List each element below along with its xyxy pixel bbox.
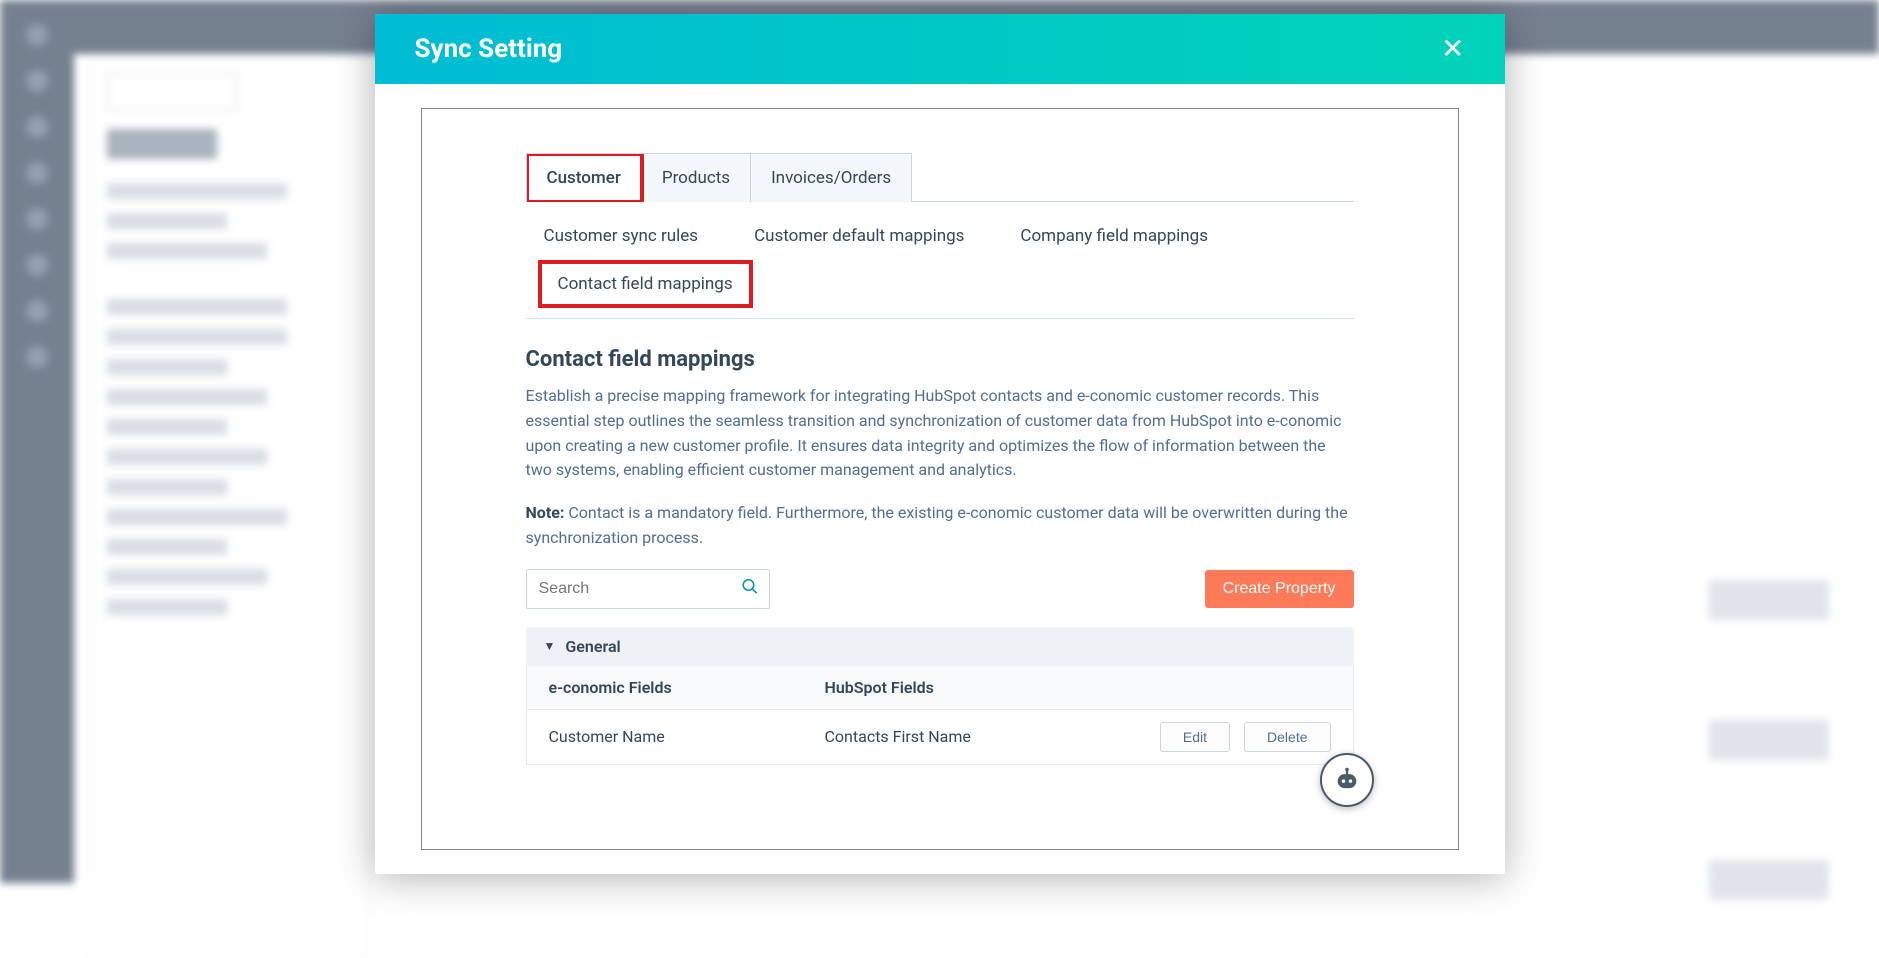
section-heading: Contact field mappings [526, 347, 1354, 372]
modal-title: Sync Setting [415, 34, 563, 64]
group-title: General [565, 637, 620, 656]
modal-scroll-area[interactable]: Customer Products Invoices/Orders Custom… [422, 109, 1458, 849]
chevron-down-icon: ▼ [544, 639, 556, 653]
chat-widget-button[interactable] [1320, 753, 1374, 807]
sync-setting-modal: Sync Setting ✕ Customer Products Invoice… [375, 14, 1505, 874]
cell-hubspot-field: Contacts First Name [825, 727, 1101, 746]
sub-tabs: Customer sync rules Customer default map… [526, 202, 1354, 319]
chatbot-icon [1333, 766, 1361, 794]
subtab-customer-sync-rules[interactable]: Customer sync rules [542, 222, 701, 250]
col-economic: e-conomic Fields [549, 678, 825, 697]
tab-products[interactable]: Products [642, 154, 751, 202]
search-box [526, 569, 770, 609]
cell-economic-field: Customer Name [549, 727, 825, 746]
delete-button[interactable]: Delete [1244, 722, 1330, 752]
modal-body: Customer Products Invoices/Orders Custom… [375, 84, 1505, 874]
main-tabs: Customer Products Invoices/Orders [526, 153, 913, 202]
table-header: e-conomic Fields HubSpot Fields [527, 666, 1353, 710]
group-general-header[interactable]: ▼ General [526, 627, 1354, 666]
subtab-company-field-mappings[interactable]: Company field mappings [1018, 222, 1210, 250]
search-input[interactable] [527, 570, 769, 608]
toolbar: Create Property [526, 569, 1354, 609]
subtab-customer-default-mappings[interactable]: Customer default mappings [752, 222, 966, 250]
create-property-button[interactable]: Create Property [1205, 570, 1354, 608]
note-label: Note: [526, 503, 565, 522]
section-description: Establish a precise mapping framework fo… [526, 384, 1354, 483]
subtab-contact-field-mappings[interactable]: Contact field mappings [542, 264, 749, 304]
edit-button[interactable]: Edit [1160, 722, 1230, 752]
mapping-table: e-conomic Fields HubSpot Fields Customer… [526, 666, 1354, 765]
close-icon[interactable]: ✕ [1441, 35, 1464, 63]
tab-invoices-orders[interactable]: Invoices/Orders [751, 154, 911, 202]
table-row: Customer Name Contacts First Name Edit D… [527, 710, 1353, 764]
col-hubspot: HubSpot Fields [825, 678, 1101, 697]
modal-overlay: Sync Setting ✕ Customer Products Invoice… [0, 0, 1879, 883]
modal-inner-frame: Customer Products Invoices/Orders Custom… [421, 108, 1459, 850]
row-actions: Edit Delete [1101, 722, 1331, 752]
tab-customer[interactable]: Customer [527, 154, 642, 202]
modal-header: Sync Setting ✕ [375, 14, 1505, 84]
section-note: Note: Contact is a mandatory field. Furt… [526, 501, 1354, 551]
note-text: Contact is a mandatory field. Furthermor… [526, 503, 1348, 547]
